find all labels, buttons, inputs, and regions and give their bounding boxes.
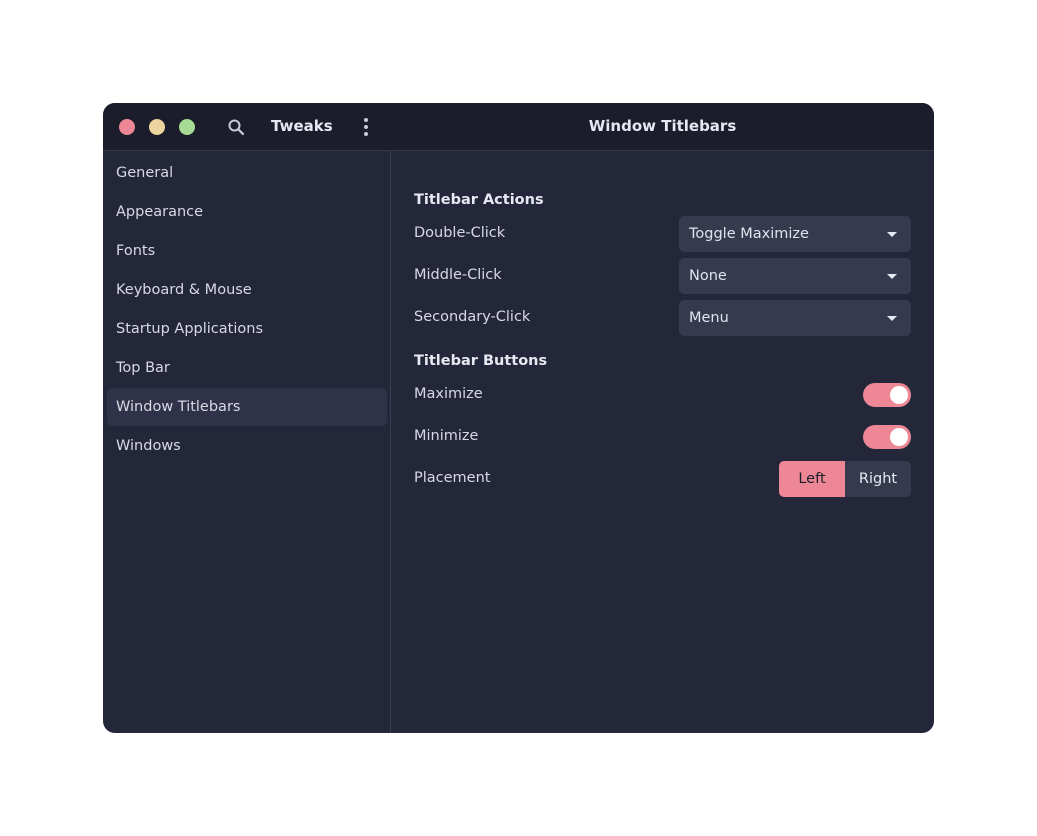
sidebar-item-window-titlebars[interactable]: Window Titlebars [107,388,387,426]
chevron-down-icon [887,232,897,237]
sidebar-item-startup-applications[interactable]: Startup Applications [107,310,387,348]
placement-segmented-control: Left Right [779,461,911,497]
maximize-icon[interactable] [179,119,195,135]
double-click-value: Toggle Maximize [689,226,809,242]
titlebar-buttons-heading: Titlebar Buttons [414,353,548,369]
middle-click-dropdown[interactable]: None [679,258,911,294]
middle-click-label: Middle-Click [414,267,502,283]
page-title: Window Titlebars [588,117,737,135]
close-icon[interactable] [119,119,135,135]
secondary-click-label: Secondary-Click [414,309,531,325]
placement-left-button[interactable]: Left [779,461,845,497]
double-click-label: Double-Click [414,225,506,241]
sidebar-item-general[interactable]: General [107,154,387,192]
minimize-toggle[interactable] [863,425,911,449]
toggle-knob [890,428,908,446]
chevron-down-icon [887,274,897,279]
maximize-label: Maximize [414,386,483,402]
settings-panel: Titlebar Actions Double-Click Toggle Max… [391,151,934,733]
placement-label: Placement [414,470,491,486]
kebab-menu-icon[interactable] [358,117,374,137]
tweaks-window: Tweaks Window Titlebars General Appearan… [103,103,934,733]
sidebar-item-fonts[interactable]: Fonts [107,232,387,270]
placement-right-button[interactable]: Right [845,461,911,497]
sidebar-item-keyboard-mouse[interactable]: Keyboard & Mouse [107,271,387,309]
middle-click-value: None [689,268,727,284]
sidebar-item-top-bar[interactable]: Top Bar [107,349,387,387]
minimize-icon[interactable] [149,119,165,135]
titlebar-actions-heading: Titlebar Actions [414,192,544,208]
secondary-click-value: Menu [689,310,729,326]
sidebar-item-windows[interactable]: Windows [107,427,387,465]
sidebar: General Appearance Fonts Keyboard & Mous… [103,151,391,733]
secondary-click-dropdown[interactable]: Menu [679,300,911,336]
double-click-dropdown[interactable]: Toggle Maximize [679,216,911,252]
toggle-knob [890,386,908,404]
minimize-label: Minimize [414,428,479,444]
sidebar-item-appearance[interactable]: Appearance [107,193,387,231]
app-title: Tweaks [271,117,333,135]
maximize-toggle[interactable] [863,383,911,407]
search-icon[interactable] [227,118,245,136]
header-bar: Tweaks Window Titlebars [103,103,934,151]
chevron-down-icon [887,316,897,321]
